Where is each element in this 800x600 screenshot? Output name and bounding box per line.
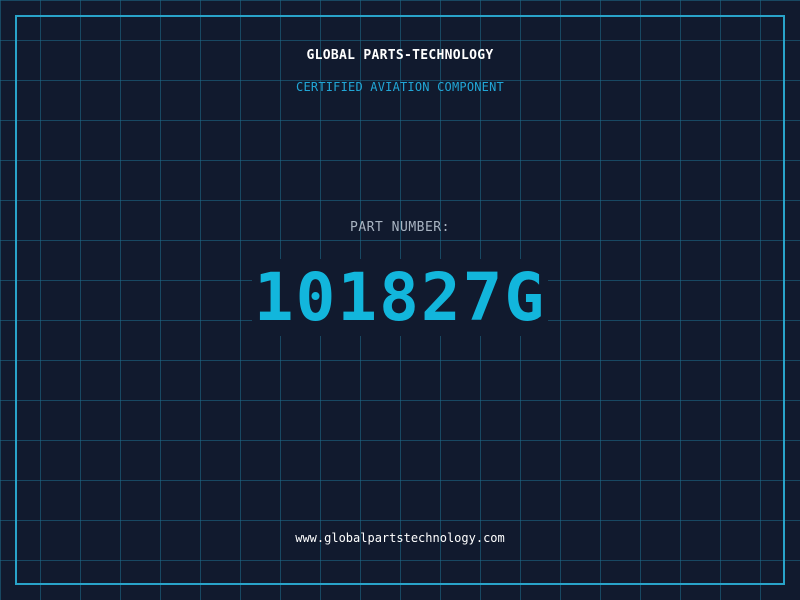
part-number-label: PART NUMBER: <box>350 220 450 235</box>
part-number-value: 101827G <box>0 259 800 336</box>
part-label-card: GLOBAL PARTS-TECHNOLOGY CERTIFIED AVIATI… <box>0 0 800 600</box>
website-url: www.globalpartstechnology.com <box>295 531 505 545</box>
company-name: GLOBAL PARTS-TECHNOLOGY <box>306 48 494 63</box>
certification-subtitle: CERTIFIED AVIATION COMPONENT <box>296 80 504 94</box>
part-number-text: 101827G <box>251 259 549 336</box>
